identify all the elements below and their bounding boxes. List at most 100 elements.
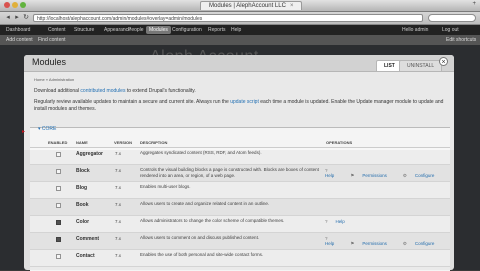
col-description: DESCRIPTION [140,140,168,145]
menu-item-configuration[interactable]: Configuration [172,25,202,35]
module-description: Allows administrators to change the colo… [140,218,285,223]
op-help-link[interactable]: ?Help [325,168,342,178]
module-name: Color [76,219,90,225]
browser-tab-title: Modules | AlephAccount LLC [209,3,286,9]
op-configure-link[interactable]: ⚙ Configure [403,241,443,246]
op-help-link[interactable]: ?Help [325,236,342,246]
enable-checkbox[interactable] [56,237,61,242]
forward-icon[interactable]: ▸ [13,14,21,22]
enable-checkbox[interactable] [56,186,61,191]
update-script-link[interactable]: update script [230,99,259,105]
search-input[interactable] [428,14,476,22]
shortcut-find-content[interactable]: Find content [38,35,66,45]
back-icon[interactable]: ◂ [4,14,12,22]
module-name: Block [76,168,90,174]
module-version: 7.x [115,151,122,156]
update-text-1: Regularly review available updates to ma… [34,99,231,105]
browser-titlebar: Modules | AlephAccount LLC × + [0,0,480,12]
module-version: 7.x [115,219,122,224]
edit-shortcuts-link[interactable]: Edit shortcuts [446,35,476,45]
op-label: Help [325,173,335,178]
module-description: Enables the use of both personal and sit… [140,252,264,257]
tab-close-icon[interactable]: × [290,3,294,9]
page-title: Modules [32,57,67,67]
menu-item-appearance[interactable]: Appearance [104,25,131,35]
op-label: Permissions [362,241,387,246]
op-label: Permissions [362,173,387,178]
module-description: Controls the visual building blocks a pa… [140,167,319,178]
menu-item-dashboard[interactable]: Dashboard [6,25,30,35]
op-label: Configure [414,173,435,178]
op-help-link[interactable]: ? Help [325,219,353,224]
menu-item-modules[interactable]: Modules [146,26,171,34]
module-operations: ? Help [325,219,361,224]
download-text-prefix: Download additional [34,88,81,94]
module-version: 7.x [115,202,122,207]
update-message: Regularly review available updates to ma… [34,99,444,113]
table-row: Blog 7.x Enables multi-user blogs. [30,182,450,199]
browser-tab[interactable]: Modules | AlephAccount LLC × [200,1,303,10]
menu-item-content[interactable]: Content [48,25,66,35]
module-operations: ?Help ⚑ Permissions ⚙ Configure [325,168,450,179]
table-row: Contact 7.x Enables the use of both person… [30,250,450,267]
enable-checkbox[interactable] [56,203,61,208]
module-name: Blog [76,185,88,191]
menu-item-reports[interactable]: Reports [208,25,226,35]
op-label: Help [335,219,345,224]
close-window-icon[interactable] [4,2,10,8]
op-label: Help [325,241,335,246]
enable-checkbox[interactable] [56,152,61,157]
contributed-modules-link[interactable]: contributed modules [80,88,125,94]
shortcut-add-content[interactable]: Add content [6,35,33,45]
module-name: Aggregator [76,151,103,157]
overlay-header: Modules LIST UNINSTALL × [24,55,454,72]
module-version: 7.x [115,236,122,241]
configure-icon: ⚙ [402,173,407,178]
col-version: VERSION [114,140,133,145]
col-operations: OPERATIONS [326,140,353,145]
op-configure-link[interactable]: ⚙ Configure [403,173,443,178]
logout-link[interactable]: Log out [442,25,459,35]
new-tab-button[interactable]: + [472,1,476,7]
enable-checkbox[interactable] [56,169,61,174]
module-name: Contact [76,253,95,259]
close-icon[interactable]: × [439,57,448,66]
pointer-arrow-icon: ▸ [22,129,26,135]
table-row: Book 7.x Allows users to create and organi… [30,199,450,216]
module-description: Aggregates syndicated content (RSS, RDF,… [140,150,262,155]
address-bar[interactable]: http://localhost/alephaccount.com/admin/… [33,14,423,22]
enable-checkbox[interactable] [56,254,61,259]
modules-table-header: ENABLED NAME VERSION DESCRIPTION OPERATI… [30,138,450,148]
module-description: Enables multi-user blogs. [140,184,191,189]
menu-item-people[interactable]: People [128,25,144,35]
table-row: Color 7.x Allows administrators to change … [30,216,450,233]
core-fieldset-toggle[interactable]: ▾ CORE [38,126,56,132]
module-version: 7.x [115,168,122,173]
module-name: Book [76,202,89,208]
table-row: Aggregator 7.x Aggregates syndicated conte… [30,148,450,165]
module-name: Comment [76,236,100,242]
enable-checkbox[interactable] [56,220,61,225]
minimize-window-icon[interactable] [12,2,18,8]
col-name: NAME [76,140,88,145]
tab-uninstall[interactable]: UNINSTALL [399,60,443,71]
permissions-icon: ⚑ [350,173,355,178]
zoom-window-icon[interactable] [20,2,26,8]
download-text-suffix: to extend Drupal's functionality. [125,88,196,94]
user-greeting[interactable]: Hello admin [402,25,428,35]
permissions-icon: ⚑ [350,241,355,246]
op-label: Configure [414,241,435,246]
op-permissions-link[interactable]: ⚑ Permissions [350,173,395,178]
breadcrumb[interactable]: Home » Administration [34,77,74,82]
table-row: Comment 7.x Allows users to comment on and… [30,233,450,250]
module-description: Allows users to create and organize rela… [140,201,270,206]
reload-icon[interactable]: ↻ [22,14,30,22]
browser-toolbar: ◂ ▸ ↻ http://localhost/alephaccount.com/… [0,12,480,25]
module-version: 7.x [115,185,122,190]
col-enabled: ENABLED [48,140,68,145]
menu-item-structure[interactable]: Structure [74,25,94,35]
menu-item-help[interactable]: Help [231,25,241,35]
module-version: 7.x [115,253,122,258]
help-icon: ? [325,219,328,224]
op-permissions-link[interactable]: ⚑ Permissions [350,241,395,246]
